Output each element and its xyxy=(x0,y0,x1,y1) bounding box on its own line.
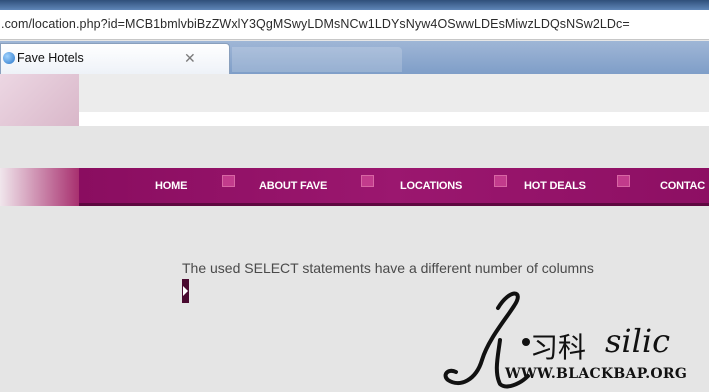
nav-separator-icon xyxy=(361,175,374,187)
watermark-url: WWW.BLACKBAP.ORG xyxy=(505,366,688,382)
watermark-latin: silic xyxy=(605,322,671,360)
nav-shadow xyxy=(79,203,709,206)
nav-item-hot-deals[interactable]: HOT DEALS xyxy=(524,180,586,192)
tab-title: Fave Hotels xyxy=(17,51,84,65)
nav-item-contact[interactable]: CONTAC xyxy=(660,180,705,192)
window-titlebar xyxy=(0,0,709,10)
nav-separator-icon xyxy=(222,175,235,187)
site-logo[interactable] xyxy=(0,74,79,126)
web-page: HOME ABOUT FAVE LOCATIONS HOT DEALS CONT… xyxy=(0,74,709,392)
ie-favicon-icon xyxy=(3,52,15,64)
nav-separator-icon xyxy=(617,175,630,187)
tab-fave-hotels[interactable]: Fave Hotels ✕ xyxy=(0,43,230,74)
sql-error-message: The used SELECT statements have a differ… xyxy=(182,260,594,276)
nav-separator-icon xyxy=(494,175,507,187)
close-icon[interactable]: ✕ xyxy=(184,50,196,67)
url-text[interactable]: .com/location.php?id=MCB1bmlvbiBzZWxlY3Q… xyxy=(1,17,630,31)
new-tab-area[interactable] xyxy=(232,47,402,72)
address-bar[interactable]: .com/location.php?id=MCB1bmlvbiBzZWxlY3Q… xyxy=(0,10,709,40)
header-band xyxy=(79,74,709,112)
nav-item-locations[interactable]: LOCATIONS xyxy=(400,180,462,192)
header-divider xyxy=(79,112,709,126)
tab-strip: Fave Hotels ✕ xyxy=(0,41,709,74)
bullet-arrow-icon xyxy=(182,279,189,303)
nav-item-about[interactable]: ABOUT FAVE xyxy=(259,180,327,192)
nav-item-home[interactable]: HOME xyxy=(155,180,187,192)
watermark-chinese: 习科 xyxy=(530,331,587,364)
nav-left-cap xyxy=(0,168,79,206)
